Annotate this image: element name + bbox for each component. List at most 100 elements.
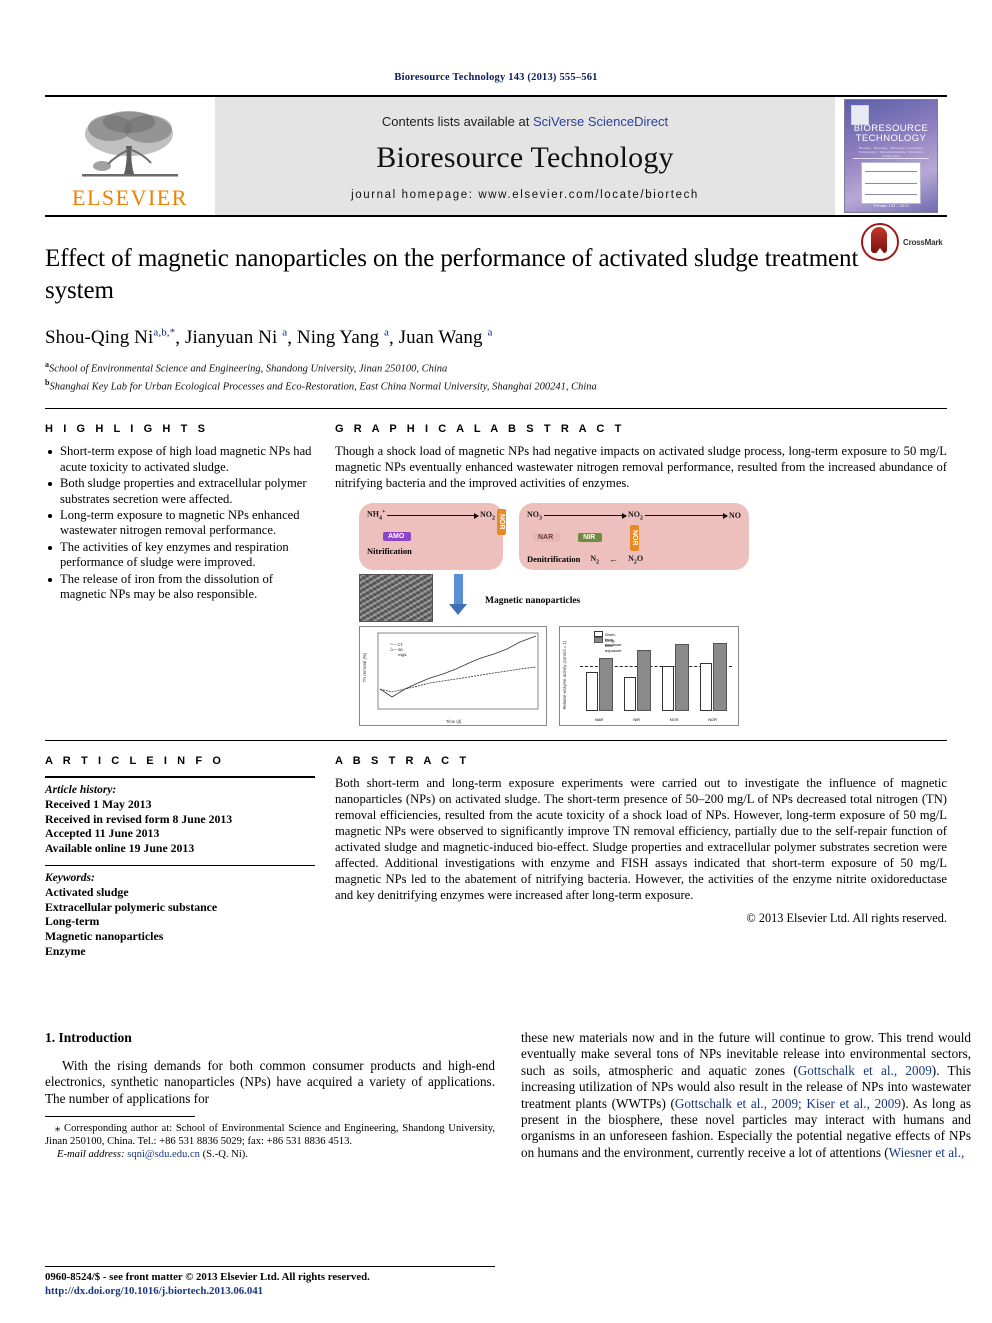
bar-chart-xticks: NAR NIR NOS NOR xyxy=(580,717,732,722)
article-info-heading: A R T I C L E I N F O xyxy=(45,755,225,768)
citation-link[interactable]: Wiesner et al., xyxy=(889,1145,965,1160)
journal-masthead: ELSEVIER Contents lists available at Sci… xyxy=(45,95,947,215)
enzyme-nar-label: NAR xyxy=(533,533,561,543)
author: Ning Yang a xyxy=(297,327,389,348)
journal-homepage-link[interactable]: journal homepage: www.elsevier.com/locat… xyxy=(351,189,699,201)
journal-cover-container: BIORESOURCE TECHNOLOGY Biomass · Bioener… xyxy=(835,97,947,215)
tick-label: NAR xyxy=(594,717,604,723)
author: Jianyuan Ni a xyxy=(185,327,287,348)
tn-removal-line-chart: TN removal (%) Time (d) ○— CT △— 50 mg/L xyxy=(359,626,547,727)
list-item: The activities of key enzymes and respir… xyxy=(45,540,315,571)
cover-figure-box xyxy=(861,162,921,204)
species-nh4: NH4+ xyxy=(367,509,386,522)
elsevier-wordmark: ELSEVIER xyxy=(72,184,188,210)
affiliation: bShanghai Key Lab for Urban Ecological P… xyxy=(45,376,947,394)
sciencedirect-link[interactable]: SciVerse ScienceDirect xyxy=(533,114,668,129)
bar-chart-ylabel: Relative enzyme activity (control = 1) xyxy=(562,641,567,710)
crossmark-badge[interactable]: CrossMark xyxy=(861,223,945,261)
email-link[interactable]: sqni@sdu.edu.cn xyxy=(127,1149,200,1160)
masthead-center: Contents lists available at SciVerse Sci… xyxy=(215,97,835,215)
doi-link[interactable]: http://dx.doi.org/10.1016/j.biortech.201… xyxy=(45,1285,495,1297)
author-list: Shou-Qing Nia,b,*, Jianyuan Ni a, Ning Y… xyxy=(45,327,493,349)
list-item: Both sludge properties and extracellular… xyxy=(45,476,315,507)
species-no: NO xyxy=(729,511,741,521)
author-name: Shou-Qing Ni xyxy=(45,327,154,349)
graphical-abstract-section: G R A P H I C A L A B S T R A C T Though… xyxy=(335,423,947,727)
affiliation: aSchool of Environmental Science and Eng… xyxy=(45,358,947,376)
author-name: Juan Wang xyxy=(398,327,483,349)
abstract-heading: A B S T R A C T xyxy=(335,755,470,768)
nanoparticle-row: Magnetic nanoparticles xyxy=(359,574,749,623)
enzyme-amo-label: AMO xyxy=(383,532,412,542)
page-footer: 0960-8524/$ - see front matter © 2013 El… xyxy=(45,1266,495,1297)
graphical-abstract-charts: TN removal (%) Time (d) ○— CT △— 50 mg/L xyxy=(359,626,749,727)
line-chart-legend: ○— CT △— 50 mg/L xyxy=(390,641,408,658)
elsevier-logo: ELSEVIER xyxy=(45,97,215,215)
species-no3: NO3 xyxy=(527,509,542,522)
journal-title: Bioresource Technology xyxy=(376,140,674,174)
cover-subtitle: Biomass · Bioenergy · Biowastes · Conver… xyxy=(858,146,924,158)
affiliation-text: School of Environmental Science and Engi… xyxy=(49,363,448,375)
email-label: E-mail address: xyxy=(57,1149,125,1161)
line-chart-xlabel: Time (d) xyxy=(446,719,462,725)
cover-divider xyxy=(853,158,929,159)
denitrification-label: Denitrification xyxy=(527,554,581,565)
legend-entry: △— 50 mg/L xyxy=(390,646,408,658)
highlights-heading: H I G H L I G H T S xyxy=(45,423,209,436)
journal-cover-thumbnail[interactable]: BIORESOURCE TECHNOLOGY Biomass · Bioener… xyxy=(844,99,938,213)
keywords-label: Keywords: xyxy=(45,872,95,885)
author-name: Ning Yang xyxy=(296,327,380,349)
reaction-arrow-icon xyxy=(544,512,627,519)
title-block: Effect of magnetic nanoparticles on the … xyxy=(45,217,947,394)
enzyme-activity-bar-chart: Relative enzyme activity (control = 1) S… xyxy=(559,626,739,727)
running-head: Bioresource Technology 143 (2013) 555–56… xyxy=(394,72,598,83)
citation-link[interactable]: Gottschalk et al., 2009; Kiser et al., 2… xyxy=(675,1096,901,1111)
history-item: Available online 19 June 2013 xyxy=(45,840,195,855)
article-info-section: A R T I C L E I N F O Article history: R… xyxy=(45,755,315,958)
author-marks: a xyxy=(282,327,288,339)
crossmark-icon xyxy=(861,223,899,261)
email-note: E-mail address: sqni@sdu.edu.cn (S.-Q. N… xyxy=(45,1148,495,1161)
article-page: Bioresource Technology 143 (2013) 555–56… xyxy=(0,0,992,1323)
graphical-abstract-summary: Though a shock load of magnetic NPs had … xyxy=(335,444,947,490)
history-item: Accepted 11 June 2013 xyxy=(45,826,160,841)
abstract-copyright: © 2013 Elsevier Ltd. All rights reserved… xyxy=(746,910,947,925)
history-item: Received 1 May 2013 xyxy=(45,797,152,812)
enzyme-nor-label: NOR xyxy=(630,525,640,551)
bar-group xyxy=(661,637,689,712)
denitrification-label-row: Denitrification N2 ← N2O xyxy=(527,554,741,566)
keyword: Magnetic nanoparticles xyxy=(45,929,164,944)
keyword: Activated sludge xyxy=(45,885,129,900)
species-no2b: NO2 xyxy=(628,509,643,522)
footer-rule xyxy=(45,1266,495,1268)
highlights-section: H I G H L I G H T S Short-term expose of… xyxy=(45,423,315,726)
tick-label: NOR xyxy=(708,717,718,723)
keyword: Long-term xyxy=(45,914,100,929)
keyword: Extracellular polymeric substance xyxy=(45,899,218,914)
cover-title-line2: TECHNOLOGY xyxy=(855,133,927,144)
contents-prefix: Contents lists available at xyxy=(381,113,533,129)
down-arrow-icon xyxy=(449,574,467,616)
section-heading-introduction: 1. Introduction xyxy=(45,1030,132,1045)
article-history-label: Article history: xyxy=(45,784,117,797)
citation-link[interactable]: Gottschalk et al., 2009 xyxy=(798,1063,932,1078)
reaction-arrow-icon xyxy=(387,512,479,519)
affiliation-text: Shanghai Key Lab for Urban Ecological Pr… xyxy=(49,381,597,393)
cover-publisher-badge xyxy=(851,105,869,125)
body-column-right: these new materials now and in the futur… xyxy=(521,1030,971,1161)
highlights-list: Short-term expose of high load magnetic … xyxy=(45,444,315,602)
body-columns: 1. Introduction With the rising demands … xyxy=(45,1030,971,1161)
highlights-graphical-abstract-row: H I G H L I G H T S Short-term expose of… xyxy=(45,423,947,727)
abstract-section: A B S T R A C T Both short-term and long… xyxy=(335,755,947,958)
affiliation-list: aSchool of Environmental Science and Eng… xyxy=(45,358,947,394)
crossmark-label: CrossMark xyxy=(903,237,943,247)
bar-chart-bars xyxy=(580,637,732,712)
abstract-text: Both short-term and long-term exposure e… xyxy=(335,776,947,902)
bar-group xyxy=(623,637,651,712)
nitrification-label: Nitrification xyxy=(367,546,412,557)
nitrogen-pathway-diagram: NH4+ NO2 AMO Nitrification NOR NO3 NO2 N… xyxy=(359,503,749,571)
body-column-left: 1. Introduction With the rising demands … xyxy=(45,1030,495,1161)
author-marks: a xyxy=(383,327,389,339)
list-item: Long-term exposure to magnetic NPs enhan… xyxy=(45,508,315,539)
author-name: Jianyuan Ni xyxy=(184,327,278,349)
